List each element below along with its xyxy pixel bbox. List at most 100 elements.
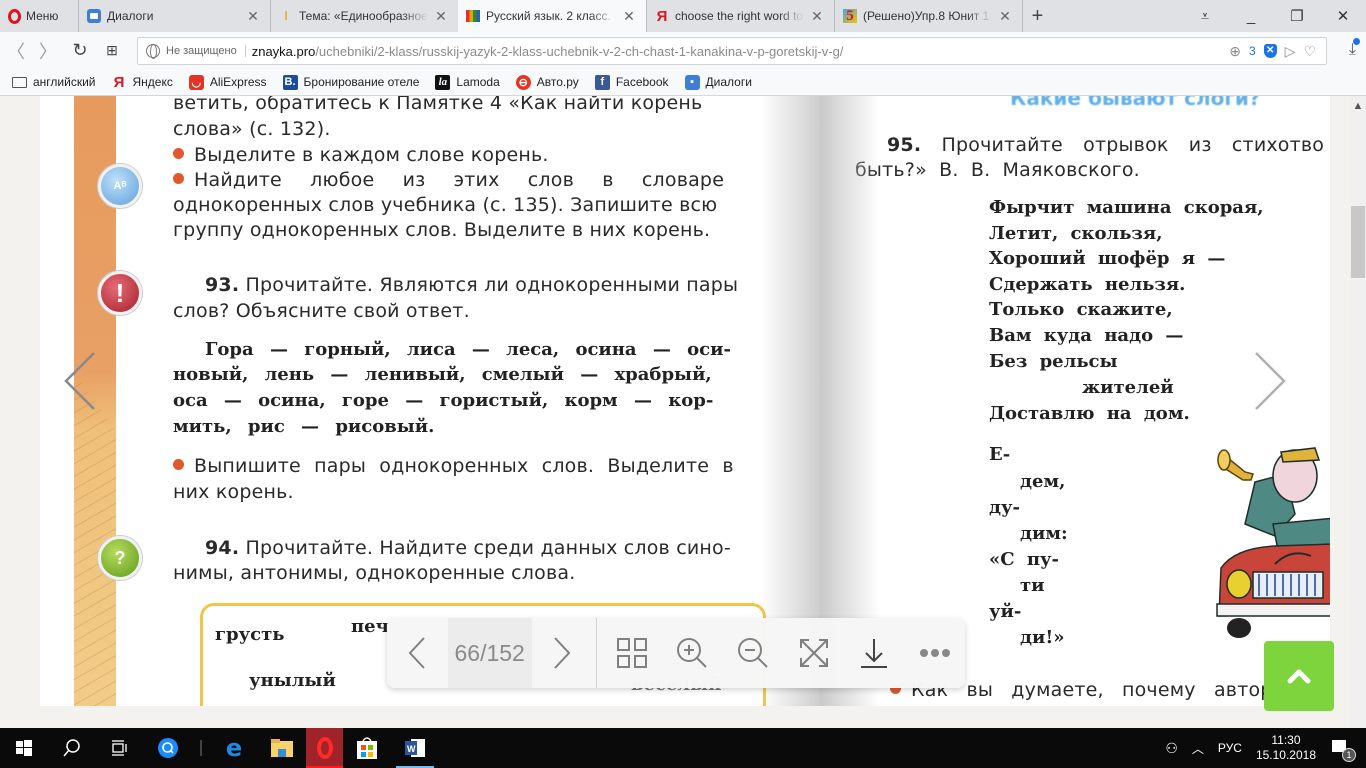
search-button[interactable] bbox=[48, 728, 96, 768]
chevron-left-icon bbox=[64, 352, 95, 410]
opera-button[interactable] bbox=[306, 728, 343, 768]
previous-page-arrow[interactable] bbox=[62, 351, 98, 411]
clock-date: 15.10.2018 bbox=[1255, 748, 1316, 762]
minimize-button[interactable]: _ bbox=[1228, 8, 1274, 25]
system-tray: ⚇ ︿ РУС 11:30 15.10.2018 1 bbox=[1165, 733, 1366, 763]
close-tab-icon[interactable]: ✕ bbox=[622, 8, 636, 25]
topic-icon: ǀ bbox=[284, 9, 288, 23]
language-indicator[interactable]: РУС bbox=[1218, 741, 1242, 755]
bookmark-facebook[interactable]: f Facebook bbox=[594, 74, 669, 90]
back-button[interactable]: 〈 bbox=[0, 38, 32, 64]
zoom-out-button[interactable] bbox=[723, 618, 784, 688]
page-indicator[interactable]: 66/152 bbox=[447, 618, 532, 688]
word: унылый bbox=[249, 670, 336, 691]
syllable-line: ти bbox=[1020, 575, 1045, 596]
word-pairs-line: новый, лень — ленивый, смелый — храбрый, bbox=[173, 364, 712, 385]
yandex-icon: Я bbox=[113, 73, 125, 91]
bookmark-autoru[interactable]: ⊖ Авто.ру bbox=[515, 74, 579, 90]
word: печ bbox=[351, 616, 389, 637]
grid-icon bbox=[616, 638, 647, 668]
close-tab-icon[interactable]: ✕ bbox=[810, 8, 824, 25]
store-button[interactable] bbox=[343, 728, 391, 768]
exercise-94-title: 94. Прочитайте. Найдите среди данных сло… bbox=[205, 537, 731, 559]
tab-menu-icon[interactable]: ⩡ bbox=[1182, 8, 1228, 25]
start-button[interactable] bbox=[0, 728, 48, 768]
bookmark-booking[interactable]: B. Бронирование отеле bbox=[282, 74, 420, 90]
show-hidden-icons-chevron[interactable]: ︿ bbox=[1192, 740, 1204, 757]
more-icon bbox=[919, 649, 950, 657]
vertical-scrollbar[interactable]: ▲ bbox=[1350, 96, 1366, 728]
dialogs-icon bbox=[87, 9, 101, 23]
ad-blocker-shield-icon[interactable]: ✕ bbox=[1263, 44, 1277, 58]
close-tab-icon[interactable]: ✕ bbox=[434, 8, 448, 25]
action-center-button[interactable]: 1 bbox=[1330, 738, 1356, 762]
people-icon[interactable]: ⚇ bbox=[1165, 740, 1178, 757]
bookmark-label: AliExpress bbox=[209, 75, 267, 89]
search-app-button[interactable] bbox=[144, 728, 192, 768]
scrollbar-thumb[interactable] bbox=[1351, 206, 1365, 278]
zoom-in-button[interactable] bbox=[662, 618, 723, 688]
next-page-arrow[interactable] bbox=[1252, 351, 1288, 411]
maximize-button[interactable]: ❐ bbox=[1274, 7, 1320, 25]
menu-label: Меню bbox=[26, 9, 59, 23]
new-tab-button[interactable]: + bbox=[1022, 0, 1052, 32]
task-view-button[interactable] bbox=[96, 728, 144, 768]
tab-russian-textbook[interactable]: Русский язык. 2 класс. Учебник ✕ bbox=[458, 0, 646, 32]
close-window-button[interactable]: ✕ bbox=[1320, 7, 1366, 25]
bookmark-label: Авто.ру bbox=[536, 75, 579, 89]
scroll-up-arrow-icon[interactable]: ▲ bbox=[1350, 100, 1366, 112]
zoom-in-icon bbox=[677, 638, 707, 668]
bookmark-aliexpress[interactable]: ◡ AliExpress bbox=[188, 74, 267, 90]
thumbnails-button[interactable] bbox=[601, 618, 662, 688]
heart-bookmark-icon[interactable]: ♡ bbox=[1303, 43, 1316, 60]
tab-dialogs[interactable]: Диалоги ✕ bbox=[78, 0, 270, 32]
text-line: слов? Объясните свой ответ. bbox=[173, 300, 470, 322]
tab-topic[interactable]: ǀ Тема: «Единообразное написание ✕ bbox=[270, 0, 458, 32]
reload-button[interactable]: ↻ bbox=[64, 40, 96, 61]
exercise-93-title: 93. Прочитайте. Являются ли однокоренным… bbox=[205, 274, 739, 296]
tab-solved-exercise[interactable]: 5 (Решено)Упр.8 Юнит 1 Ste ✕ bbox=[834, 0, 1022, 32]
address-bar[interactable]: Не защищено znayka.pro /uchebniki/2-klas… bbox=[137, 37, 1327, 65]
fullscreen-button[interactable] bbox=[783, 618, 844, 688]
prev-page-button[interactable] bbox=[387, 618, 448, 688]
notification-count: 1 bbox=[1342, 748, 1356, 762]
page-viewport: Aᴮ ! ? ветить, обратитесь к Памятке 4 «К… bbox=[0, 96, 1366, 728]
bookmark-yandex[interactable]: Я Яндекс bbox=[111, 73, 173, 91]
text-line: быть?» В. В. Маяковского. bbox=[855, 159, 1140, 181]
bookmark-dialogs[interactable]: ▪ Диалоги bbox=[684, 74, 752, 90]
search-app-icon bbox=[158, 738, 178, 758]
word-pairs-line: мить, рис — рисовый. bbox=[173, 416, 435, 437]
poem-line: Летит, скользя, bbox=[989, 223, 1163, 244]
download-icon bbox=[861, 639, 888, 668]
bookmark-label: Facebook bbox=[615, 75, 669, 89]
tab-title: Русский язык. 2 класс. Учебник bbox=[486, 9, 616, 23]
forward-button[interactable]: 〉 bbox=[32, 38, 64, 64]
scroll-to-top-button[interactable] bbox=[1264, 641, 1334, 711]
tab-yandex-search[interactable]: Я choose the right word to c ✕ bbox=[646, 0, 834, 32]
opera-menu-button[interactable]: Меню bbox=[0, 0, 78, 32]
bookmark-label: Бронирование отеле bbox=[303, 75, 420, 89]
zoom-icon[interactable]: ⊕ bbox=[1229, 43, 1241, 60]
bookmark-label: Диалоги bbox=[705, 75, 752, 89]
speed-dial-button[interactable]: ⊞ bbox=[96, 42, 128, 59]
poem-line: Вам куда надо — bbox=[989, 325, 1184, 346]
close-tab-icon[interactable]: ✕ bbox=[998, 8, 1012, 25]
text-line: ветить, обратитесь к Памятке 4 «Как найт… bbox=[173, 96, 703, 114]
clock-time: 11:30 bbox=[1271, 733, 1301, 747]
bookmark-english-folder[interactable]: английский bbox=[12, 75, 95, 89]
taskbar-divider bbox=[200, 740, 202, 756]
bookmark-label: английский bbox=[33, 75, 96, 89]
next-page-button[interactable] bbox=[532, 618, 593, 688]
close-tab-icon[interactable]: ✕ bbox=[246, 8, 260, 25]
edge-button[interactable]: e bbox=[210, 728, 258, 768]
more-options-button[interactable] bbox=[904, 618, 965, 688]
bookmark-lamoda[interactable]: la Lamoda bbox=[435, 74, 500, 90]
poem-line: Только скажите, bbox=[989, 299, 1173, 320]
file-explorer-button[interactable] bbox=[258, 728, 306, 768]
clock[interactable]: 11:30 15.10.2018 bbox=[1256, 733, 1316, 763]
security-status[interactable]: Не защищено bbox=[166, 45, 246, 57]
send-icon[interactable]: ▷ bbox=[1285, 43, 1296, 60]
word-button[interactable]: W bbox=[391, 728, 439, 768]
windows-taskbar: e W ⚇ ︿ РУС 11:30 15.10.2018 1 bbox=[0, 728, 1366, 768]
download-button[interactable] bbox=[844, 618, 905, 688]
